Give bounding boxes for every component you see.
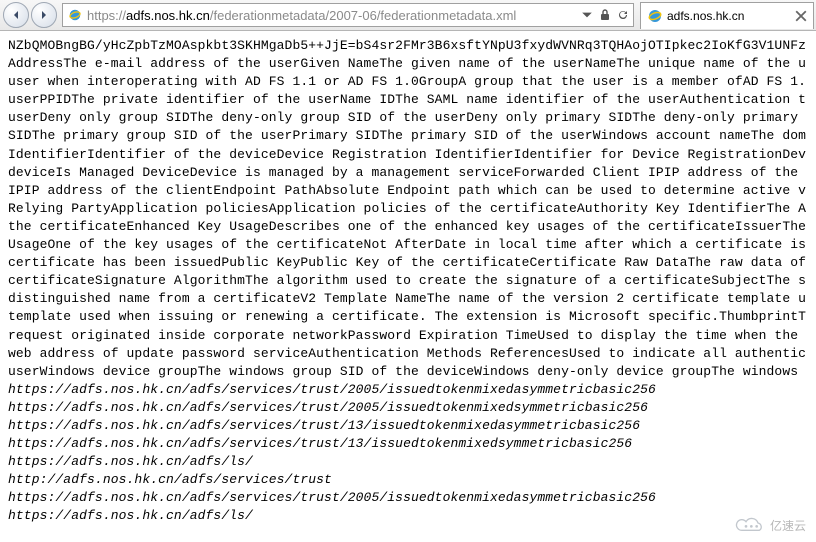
forward-button[interactable] <box>31 2 57 28</box>
text-line: request originated inside corporate netw… <box>8 327 808 345</box>
watermark-text: 亿速云 <box>770 517 806 534</box>
url-line: https://adfs.nos.hk.cn/adfs/services/tru… <box>8 381 808 399</box>
text-line: Relying PartyApplication policiesApplica… <box>8 200 808 218</box>
forward-icon <box>39 10 49 20</box>
url-line: https://adfs.nos.hk.cn/adfs/services/tru… <box>8 399 808 417</box>
url-text: https://adfs.nos.hk.cn/federationmetadat… <box>87 8 577 23</box>
url-line: https://adfs.nos.hk.cn/adfs/ls/ <box>8 507 808 525</box>
back-icon <box>11 10 21 20</box>
page-content: NZbQMOBngBG/yHcZpbTzMOAspkbt3SKHMgaDb5++… <box>0 31 816 534</box>
chevron-down-icon <box>581 9 593 21</box>
cloud-icon <box>734 516 766 534</box>
back-button[interactable] <box>3 2 29 28</box>
browser-tab[interactable]: adfs.nos.hk.cn <box>640 2 814 29</box>
text-line: UsageOne of the key usages of the certif… <box>8 236 808 254</box>
text-line: certificateSignature AlgorithmThe algori… <box>8 272 808 290</box>
refresh-icon <box>617 9 629 21</box>
lock-icon <box>599 9 611 21</box>
text-line: the certificateEnhanced Key UsageDescrib… <box>8 218 808 236</box>
tab-title: adfs.nos.hk.cn <box>667 9 795 23</box>
text-line: template used when issuing or renewing a… <box>8 308 808 326</box>
text-line: user when interoperating with AD FS 1.1 … <box>8 73 808 91</box>
url-controls <box>577 7 633 23</box>
text-line: web address of update password serviceAu… <box>8 345 808 363</box>
address-bar[interactable]: https://adfs.nos.hk.cn/federationmetadat… <box>62 3 634 27</box>
close-icon <box>795 10 807 22</box>
text-line: userWindows device groupThe windows grou… <box>8 363 808 381</box>
ie-icon <box>67 7 83 23</box>
text-line: IdentifierIdentifier of the deviceDevice… <box>8 146 808 164</box>
watermark: 亿速云 <box>734 516 806 534</box>
url-line: https://adfs.nos.hk.cn/adfs/ls/ <box>8 453 808 471</box>
text-line: userDeny only group SIDThe deny-only gro… <box>8 109 808 127</box>
text-line: deviceIs Managed DeviceDevice is managed… <box>8 164 808 182</box>
text-line: IPIP address of the clientEndpoint PathA… <box>8 182 808 200</box>
text-line: SIDThe primary group SID of the userPrim… <box>8 127 808 145</box>
url-line: https://adfs.nos.hk.cn/adfs/services/tru… <box>8 489 808 507</box>
tab-close-button[interactable] <box>795 10 807 22</box>
text-line: certificate has been issuedPublic KeyPub… <box>8 254 808 272</box>
text-line: NZbQMOBngBG/yHcZpbTzMOAspkbt3SKHMgaDb5++… <box>8 37 808 55</box>
ie-icon <box>647 8 663 24</box>
text-line: AddressThe e-mail address of the userGiv… <box>8 55 808 73</box>
dropdown-button[interactable] <box>579 7 595 23</box>
ssl-lock[interactable] <box>597 7 613 23</box>
browser-toolbar: https://adfs.nos.hk.cn/federationmetadat… <box>0 0 816 31</box>
text-line: userPPIDThe private identifier of the us… <box>8 91 808 109</box>
url-line: https://adfs.nos.hk.cn/adfs/services/tru… <box>8 435 808 453</box>
refresh-button[interactable] <box>615 7 631 23</box>
url-line: http://adfs.nos.hk.cn/adfs/services/trus… <box>8 471 808 489</box>
url-line: https://adfs.nos.hk.cn/adfs/services/tru… <box>8 417 808 435</box>
text-line: distinguished name from a certificateV2 … <box>8 290 808 308</box>
